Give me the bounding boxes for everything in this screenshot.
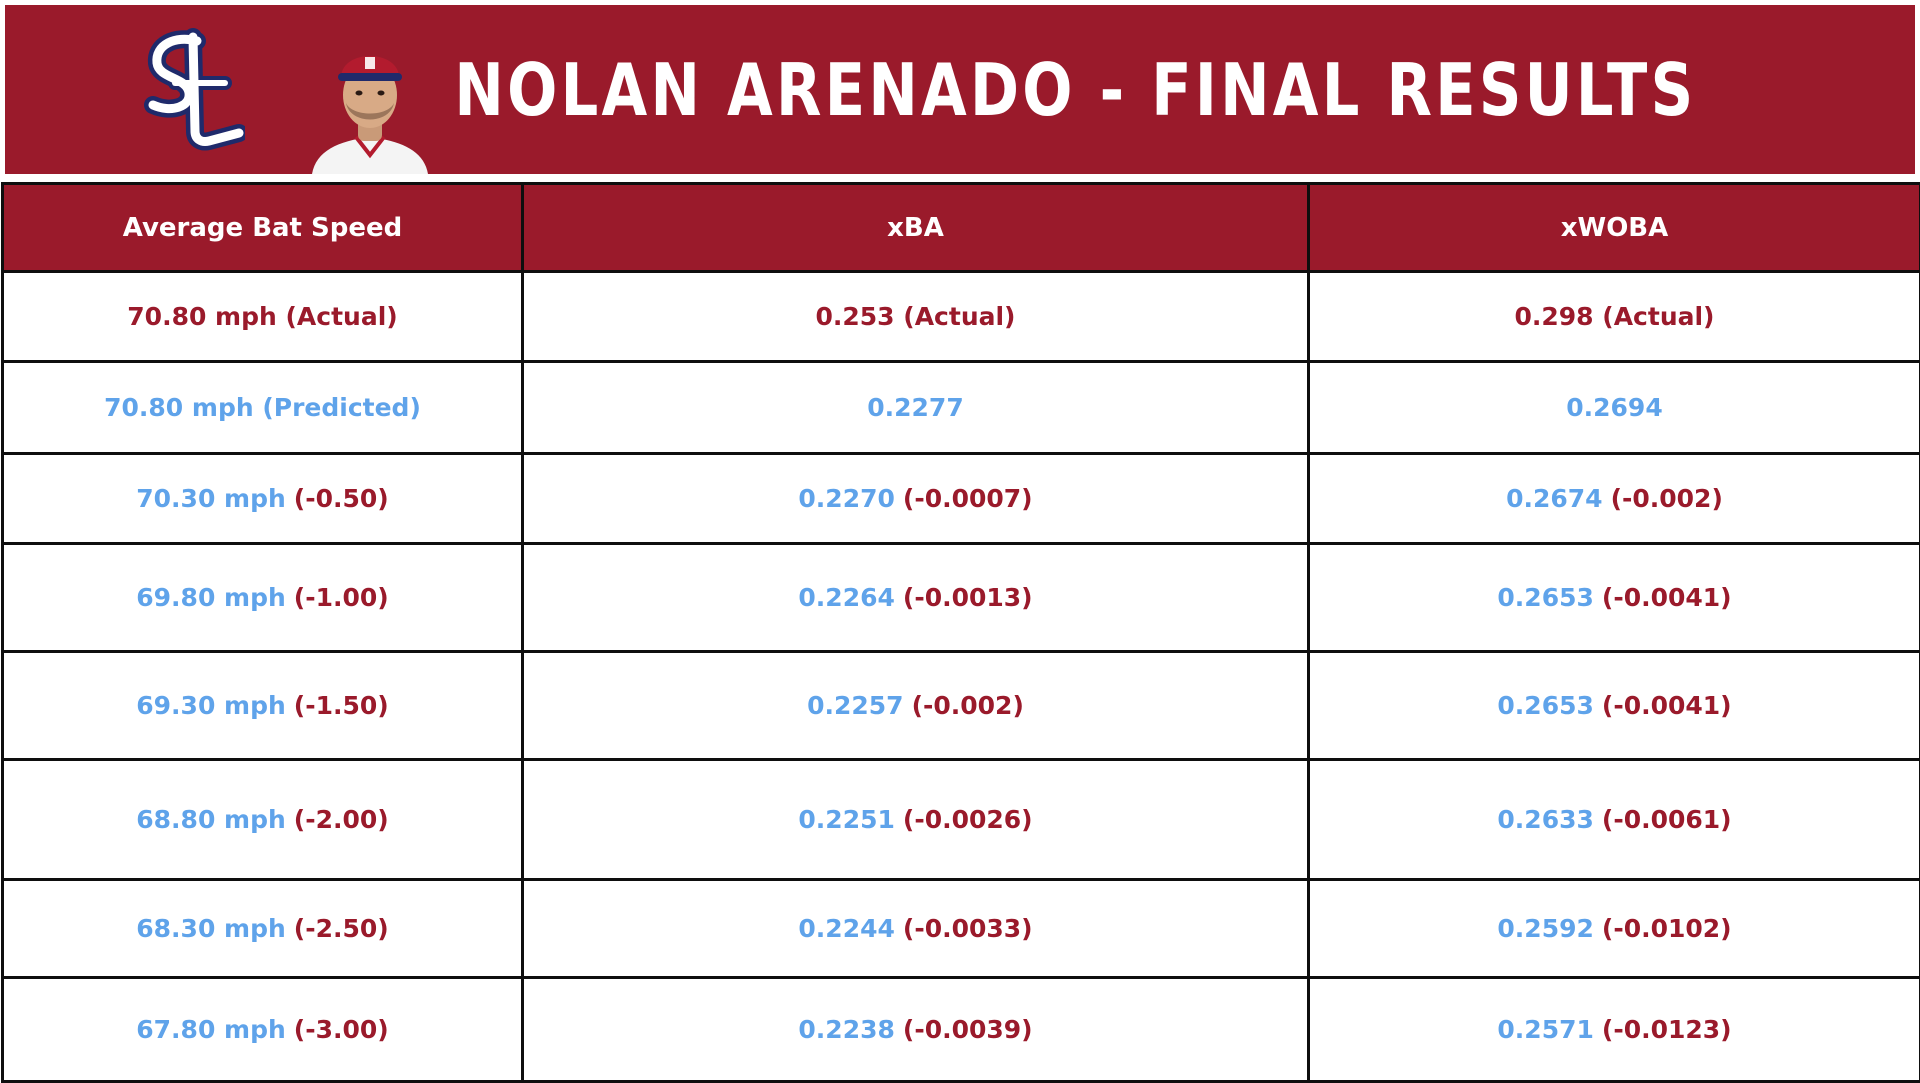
- cell-xwoba: 0.2571 (-0.0123): [1309, 978, 1920, 1082]
- cell-xba: 0.2238 (-0.0039): [523, 978, 1309, 1082]
- cell-xba: 0.2244 (-0.0033): [523, 880, 1309, 978]
- xwoba-delta: (-0.0041): [1602, 691, 1732, 720]
- page-title: NOLAN ARENADO - FINAL RESULTS: [5, 5, 1571, 174]
- cell-speed: 69.30 mph (-1.50): [3, 652, 523, 760]
- xba-value: 0.2251: [798, 805, 894, 834]
- cell-xwoba: 0.2694: [1309, 362, 1920, 454]
- xwoba-value: 0.2653: [1497, 583, 1593, 612]
- table-row-predicted: 70.80 mph (Predicted) 0.2277 0.2694: [3, 362, 1920, 454]
- cell-xba: 0.2270 (-0.0007): [523, 454, 1309, 544]
- xwoba-delta: (-0.0102): [1602, 914, 1732, 943]
- xba-value: 0.2244: [798, 914, 894, 943]
- title-banner: NOLAN ARENADO - FINAL RESULTS: [5, 5, 1915, 174]
- xba-value: 0.2257: [807, 691, 903, 720]
- speed-value: 69.80 mph: [136, 583, 286, 612]
- xba-delta: (-0.0013): [903, 583, 1033, 612]
- xwoba-value: 0.2592: [1497, 914, 1593, 943]
- xwoba-value: 0.2674: [1506, 484, 1602, 513]
- results-table: Average Bat Speed xBA xWOBA 70.80 mph (A…: [1, 182, 1920, 1083]
- xba-delta: (-0.0007): [903, 484, 1033, 513]
- cell-xba: 0.2257 (-0.002): [523, 652, 1309, 760]
- speed-delta: (-1.00): [294, 583, 389, 612]
- header-row: Average Bat Speed xBA xWOBA: [3, 184, 1920, 272]
- speed-delta: (-2.00): [294, 805, 389, 834]
- cell-xba: 0.253 (Actual): [523, 272, 1309, 362]
- xba-value: 0.2238: [798, 1015, 894, 1044]
- xwoba-delta: (-0.0041): [1602, 583, 1732, 612]
- table-row: 70.30 mph (-0.50) 0.2270 (-0.0007) 0.2674 (…: [3, 454, 1920, 544]
- table-row: 69.80 mph (-1.00) 0.2264 (-0.0013) 0.2653 (…: [3, 544, 1920, 652]
- cell-xwoba: 0.2653 (-0.0041): [1309, 652, 1920, 760]
- table-row: 68.80 mph (-2.00) 0.2251 (-0.0026) 0.2633 (…: [3, 760, 1920, 880]
- speed-value: 69.30 mph: [136, 691, 286, 720]
- cell-speed: 68.30 mph (-2.50): [3, 880, 523, 978]
- cell-xwoba: 0.2633 (-0.0061): [1309, 760, 1920, 880]
- xwoba-delta: (-0.0123): [1602, 1015, 1732, 1044]
- xwoba-value: 0.2653: [1497, 691, 1593, 720]
- cell-xwoba: 0.2592 (-0.0102): [1309, 880, 1920, 978]
- page: NOLAN ARENADO - FINAL RESULTS Average Ba…: [0, 0, 1920, 1080]
- cell-speed: 70.80 mph (Predicted): [3, 362, 523, 454]
- column-header-xba: xBA: [523, 184, 1309, 272]
- table-row-actual: 70.80 mph (Actual) 0.253 (Actual) 0.298 …: [3, 272, 1920, 362]
- column-header-xwoba: xWOBA: [1309, 184, 1920, 272]
- xba-delta: (-0.002): [912, 691, 1024, 720]
- xba-delta: (-0.0033): [903, 914, 1033, 943]
- column-header-bat-speed: Average Bat Speed: [3, 184, 523, 272]
- xwoba-value: 0.2633: [1497, 805, 1593, 834]
- speed-delta: (-0.50): [294, 484, 389, 513]
- speed-delta: (-1.50): [294, 691, 389, 720]
- xwoba-value: 0.2571: [1497, 1015, 1593, 1044]
- cell-xwoba: 0.2653 (-0.0041): [1309, 544, 1920, 652]
- speed-value: 70.30 mph: [136, 484, 286, 513]
- xba-delta: (-0.0026): [903, 805, 1033, 834]
- cell-speed: 70.30 mph (-0.50): [3, 454, 523, 544]
- speed-value: 67.80 mph: [136, 1015, 286, 1044]
- cell-xwoba: 0.298 (Actual): [1309, 272, 1920, 362]
- table-row: 67.80 mph (-3.00) 0.2238 (-0.0039) 0.2571 (…: [3, 978, 1920, 1082]
- cell-speed: 67.80 mph (-3.00): [3, 978, 523, 1082]
- cell-xba: 0.2264 (-0.0013): [523, 544, 1309, 652]
- table-row: 69.30 mph (-1.50) 0.2257 (-0.002) 0.2653 (-…: [3, 652, 1920, 760]
- cell-xba: 0.2277: [523, 362, 1309, 454]
- speed-delta: (-3.00): [294, 1015, 389, 1044]
- xba-delta: (-0.0039): [903, 1015, 1033, 1044]
- cell-speed: 68.80 mph (-2.00): [3, 760, 523, 880]
- speed-delta: (-2.50): [294, 914, 389, 943]
- cell-xba: 0.2251 (-0.0026): [523, 760, 1309, 880]
- table-row: 68.30 mph (-2.50) 0.2244 (-0.0033) 0.2592 (…: [3, 880, 1920, 978]
- xwoba-delta: (-0.002): [1611, 484, 1723, 513]
- cell-speed: 70.80 mph (Actual): [3, 272, 523, 362]
- xwoba-delta: (-0.0061): [1602, 805, 1732, 834]
- xba-value: 0.2264: [798, 583, 894, 612]
- speed-value: 68.80 mph: [136, 805, 286, 834]
- cell-speed: 69.80 mph (-1.00): [3, 544, 523, 652]
- xba-value: 0.2270: [798, 484, 894, 513]
- cell-xwoba: 0.2674 (-0.002): [1309, 454, 1920, 544]
- speed-value: 68.30 mph: [136, 914, 286, 943]
